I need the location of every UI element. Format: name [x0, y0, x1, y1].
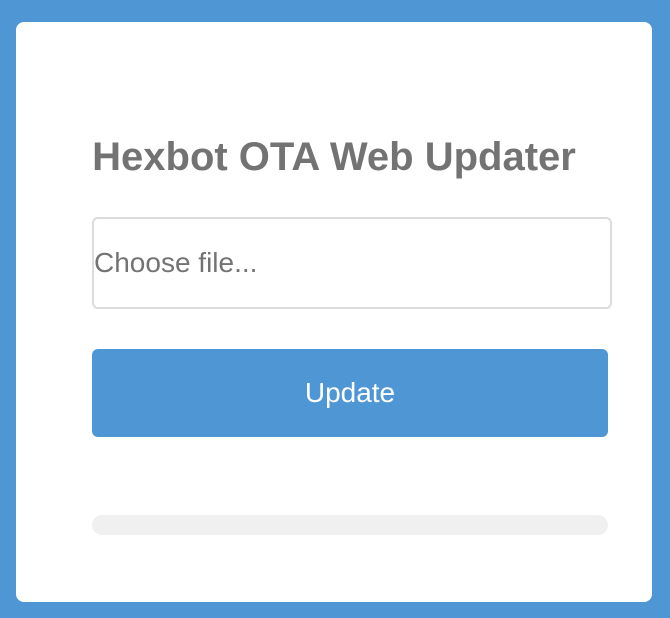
progress-bar [92, 515, 608, 535]
update-button[interactable]: Update [92, 349, 608, 437]
page-title: Hexbot OTA Web Updater [92, 135, 576, 179]
updater-card: Hexbot OTA Web Updater Choose file... Up… [16, 22, 652, 602]
update-button-label: Update [304, 377, 396, 408]
file-chooser[interactable]: Choose file... [92, 217, 612, 309]
file-chooser-label: Choose file... [94, 247, 258, 278]
